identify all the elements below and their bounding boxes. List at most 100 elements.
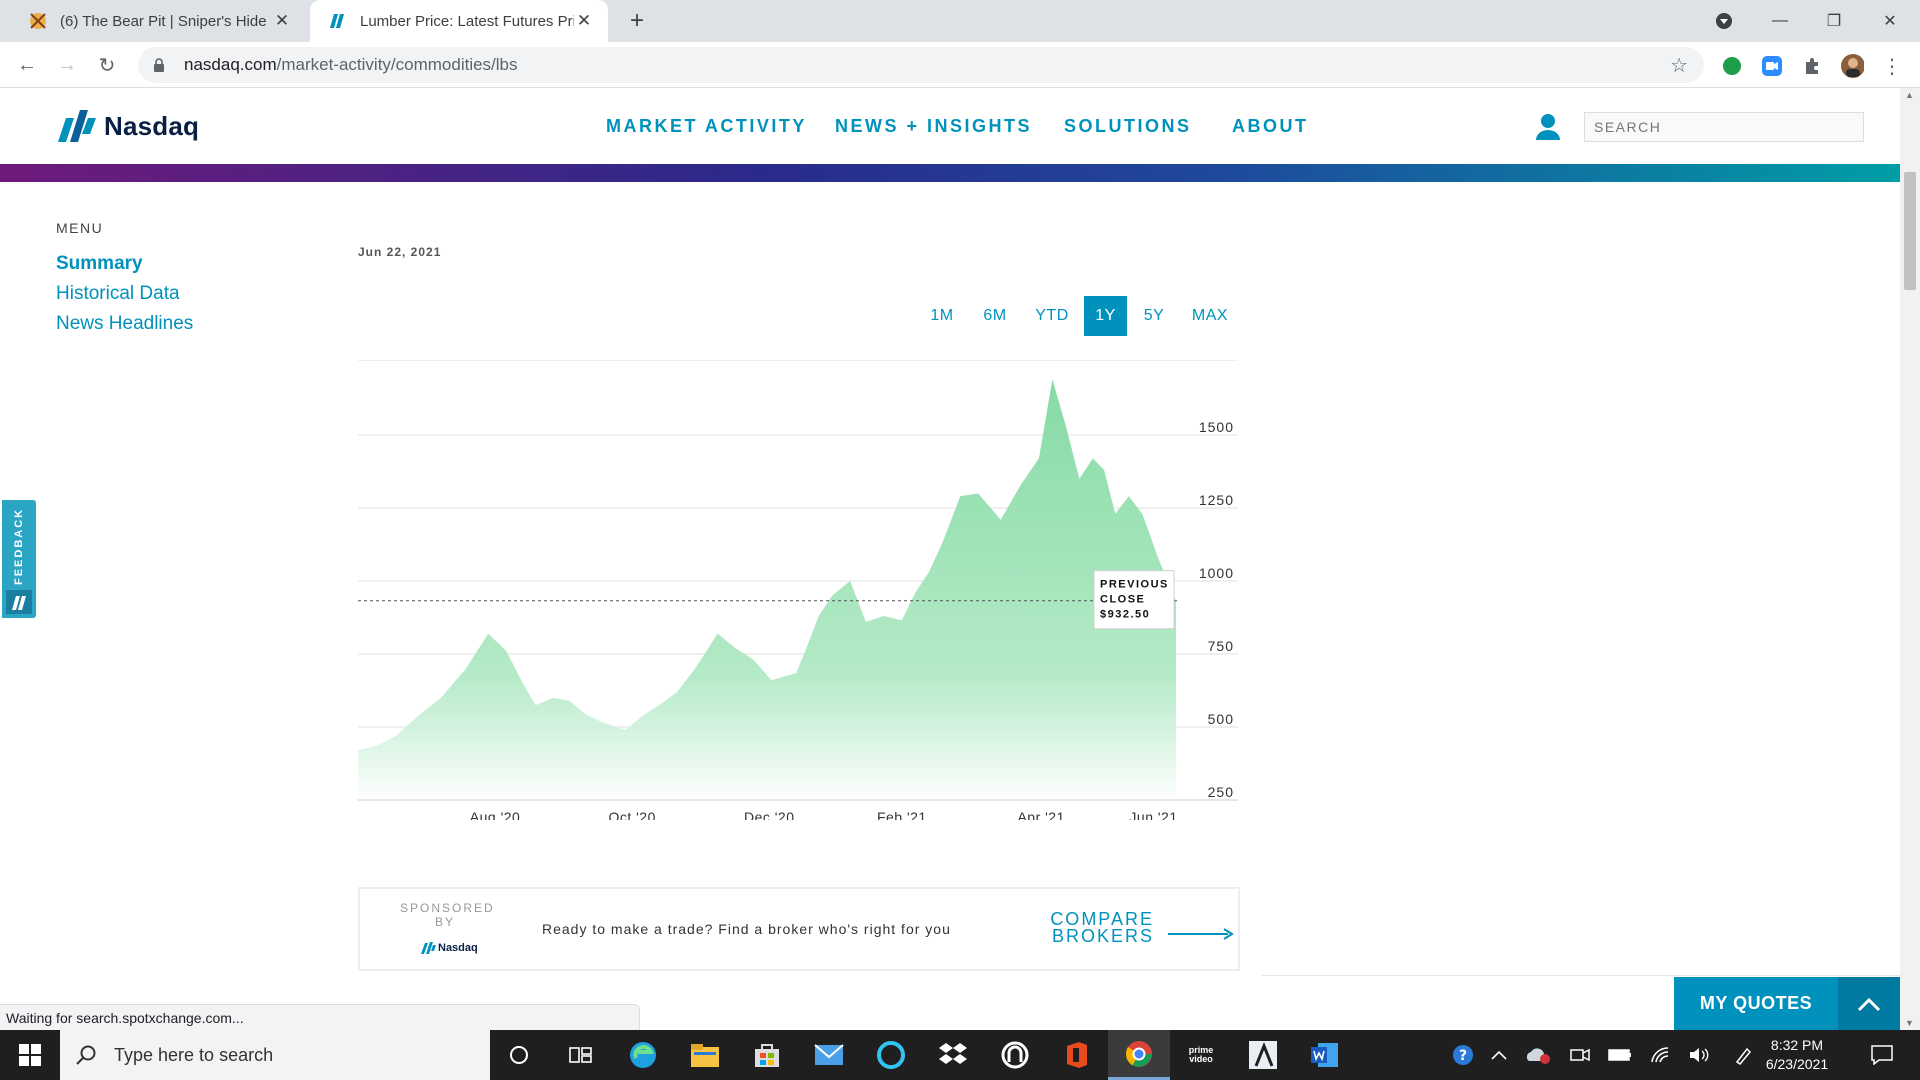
nav-market-activity[interactable]: MARKET ACTIVITY [606,116,807,137]
y-tick-label: 1000 [1199,565,1234,581]
profile-menu-icon[interactable] [1696,0,1752,42]
address-bar[interactable]: nasdaq.com/market-activity/commodities/l… [138,47,1704,83]
office-icon[interactable] [1046,1030,1108,1080]
scrollbar-thumb[interactable] [1904,172,1916,290]
range-1y-button[interactable]: 1Y [1084,296,1127,336]
notification-center-icon[interactable] [1862,1030,1902,1080]
chart-svg: 250 500 750 1000 1250 1500 PREVIOUS CLOSE $932.5… [358,359,1238,825]
y-tick-label: 500 [1208,711,1234,727]
header-gradient-bar [0,164,1900,182]
nav-solutions[interactable]: SOLUTIONS [1064,116,1192,137]
range-max-button[interactable]: MAX [1181,296,1239,336]
file-explorer-icon[interactable] [674,1030,736,1080]
arrow-right-icon[interactable] [1168,927,1234,941]
close-window-icon[interactable]: ✕ [1862,0,1918,42]
previous-close-text: $932.50 [1100,609,1150,621]
taskbar-search-box[interactable]: Type here to search [60,1030,490,1080]
clock-date: 6/23/2021 [1765,1056,1829,1072]
lumber-price-chart[interactable]: 250 500 750 1000 1250 1500 PREVIOUS CLOSE $932.5… [358,359,1240,825]
meet-now-icon[interactable] [1562,1030,1598,1080]
y-tick-label: 1500 [1199,419,1234,435]
forward-arrow-icon[interactable]: → [52,50,82,80]
tray-chevron-up-icon[interactable] [1484,1030,1514,1080]
x-tick-label: Apr '21 [1017,809,1064,820]
nasdaq-logo[interactable]: Nasdaq [56,108,199,144]
windows-logo-icon [19,1044,41,1066]
extensions-puzzle-icon[interactable] [1800,54,1824,78]
lock-icon [154,58,164,72]
tab-bear-pit[interactable]: (6) The Bear Pit | Sniper's Hide Fo ✕ [10,0,306,42]
range-ytd-button[interactable]: YTD [1024,296,1080,336]
prime-video-label: prime video [1188,1045,1214,1064]
edge-browser-icon[interactable] [612,1030,674,1080]
nav-about[interactable]: ABOUT [1232,116,1309,137]
minimize-icon[interactable]: — [1752,0,1808,42]
nav-news-insights[interactable]: NEWS + INSIGHTS [835,116,1032,137]
nasdaq-logo-icon [58,110,96,142]
close-tab-icon[interactable]: ✕ [574,11,594,31]
app-arch-icon[interactable] [984,1030,1046,1080]
chart-as-of-date: Jun 22, 2021 [358,245,442,259]
wifi-icon[interactable] [1642,1030,1680,1080]
cta-line-2: BROKERS [1051,926,1154,946]
microsoft-store-icon[interactable] [736,1030,798,1080]
scroll-up-icon[interactable]: ▲ [1905,90,1914,100]
my-quotes-button[interactable]: MY QUOTES [1674,977,1838,1030]
browser-toolbar: ← → ↻ nasdaq.com/market-activity/commodi… [0,42,1920,88]
new-tab-button[interactable]: + [622,6,652,36]
menu-item-summary[interactable]: Summary [56,253,143,275]
site-header: Nasdaq MARKET ACTIVITY NEWS + INSIGHTS S… [0,88,1900,164]
dropbox-icon[interactable] [922,1030,984,1080]
prime-video-icon[interactable]: prime video [1170,1030,1232,1080]
feedback-tab[interactable]: FEEDBACK [2,500,36,618]
mail-icon[interactable] [798,1030,860,1080]
volume-icon[interactable] [1680,1030,1718,1080]
search-icon [76,1045,96,1065]
reload-icon[interactable]: ↻ [92,50,122,80]
alexa-icon[interactable] [860,1030,922,1080]
nasdaq-mark-icon [6,590,32,614]
chrome-icon[interactable] [1108,1030,1170,1080]
restore-icon[interactable]: ❐ [1806,0,1862,42]
range-6m-button[interactable]: 6M [970,296,1020,336]
tab-lumber-price[interactable]: Lumber Price: Latest Futures Price ✕ [310,0,608,42]
user-account-icon[interactable] [1534,112,1562,145]
onedrive-error-icon[interactable] [1518,1030,1558,1080]
windows-start-button[interactable] [0,1030,60,1080]
quotes-expand-button[interactable] [1838,977,1900,1030]
user-avatar-icon[interactable] [1840,54,1864,78]
site-search-input[interactable] [1584,112,1864,142]
price-area [358,379,1176,800]
snipers-hide-favicon-icon [28,11,48,31]
menu-item-news-headlines[interactable]: News Headlines [56,313,193,335]
browser-tab-strip: (6) The Bear Pit | Sniper's Hide Fo ✕ Lu… [0,0,1920,42]
extension-green-icon[interactable] [1720,54,1744,78]
tab-title: Lumber Price: Latest Futures Price [360,12,574,30]
x-tick-label: Jun '21 [1129,809,1177,820]
range-5y-button[interactable]: 5Y [1131,296,1177,336]
battery-icon[interactable] [1600,1030,1640,1080]
previous-close-text: CLOSE [1100,594,1145,606]
scroll-down-icon[interactable]: ▼ [1905,1018,1914,1028]
taskbar-search-placeholder: Type here to search [114,1044,274,1065]
kindle-icon[interactable] [1232,1030,1294,1080]
cortana-icon[interactable] [488,1030,550,1080]
zoom-extension-icon[interactable] [1760,54,1784,78]
feedback-label: FEEDBACK [13,507,25,585]
menu-item-historical-data[interactable]: Historical Data [56,283,180,305]
menu-label: MENU [56,220,104,236]
browser-menu-icon[interactable]: ⋮ [1880,54,1904,78]
sponsored-broker-banner[interactable]: SPONSORED BY Nasdaq Ready to make a trad… [358,887,1240,971]
range-1m-button[interactable]: 1M [918,296,966,336]
compare-brokers-link[interactable]: COMPARE BROKERS [1034,910,1154,946]
taskbar-clock[interactable]: 8:32 PM 6/23/2021 [1760,1036,1834,1074]
bookmark-star-icon[interactable]: ☆ [1670,53,1688,78]
pen-workspace-icon[interactable] [1726,1030,1762,1080]
task-view-icon[interactable] [550,1030,612,1080]
back-arrow-icon[interactable]: ← [12,50,42,80]
page-scrollbar[interactable]: ▲ ▼ [1900,88,1920,1030]
close-tab-icon[interactable]: ✕ [272,11,292,31]
help-icon[interactable]: ? [1446,1030,1480,1080]
word-icon[interactable] [1294,1030,1356,1080]
browser-status-bar: Waiting for search.spotxchange.com... [0,1004,640,1030]
